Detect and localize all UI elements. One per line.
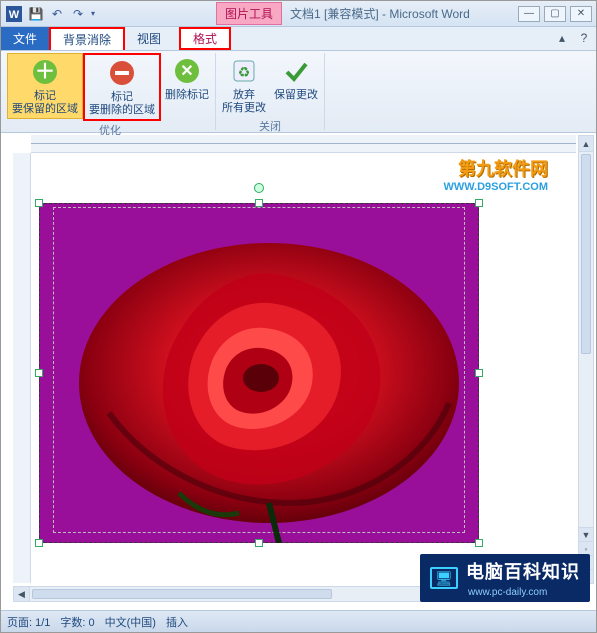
- svg-text:♻: ♻: [238, 64, 251, 80]
- discard-l2: 所有更改: [222, 102, 266, 114]
- maximize-button[interactable]: ▢: [544, 6, 566, 22]
- delete-mark-button[interactable]: ✕ 删除标记: [161, 53, 213, 104]
- tab-background-removal[interactable]: 背景消除: [49, 27, 125, 50]
- resize-handle-tr[interactable]: [475, 199, 483, 207]
- delete-mark-icon: ✕: [171, 55, 203, 87]
- resize-handle-bl[interactable]: [35, 539, 43, 547]
- horizontal-scroll-thumb[interactable]: [32, 589, 332, 599]
- status-bar: 页面: 1/1 字数: 0 中文(中国) 插入: [1, 610, 596, 632]
- app-name: Microsoft Word: [389, 7, 469, 21]
- document-canvas[interactable]: 第九软件网 WWW.D9SOFT.COM: [31, 153, 576, 583]
- resize-handle-tm[interactable]: [255, 199, 263, 207]
- help-icon[interactable]: ?: [576, 30, 592, 46]
- redo-button[interactable]: ↷: [69, 5, 87, 23]
- ribbon-tabs: 文件 背景消除 视图 格式 ▴ ?: [1, 27, 596, 51]
- title-bar: W 💾 ↶ ↷ ▾ 图片工具 文档1 [兼容模式] - Microsoft Wo…: [1, 1, 596, 27]
- status-language[interactable]: 中文(中国): [105, 614, 156, 630]
- status-insert-mode[interactable]: 插入: [166, 614, 188, 630]
- resize-handle-tl[interactable]: [35, 199, 43, 207]
- scroll-up-button[interactable]: ▲: [579, 136, 593, 152]
- close-button[interactable]: ✕: [570, 6, 592, 22]
- svg-text:＋: ＋: [35, 61, 55, 83]
- monitor-icon: 🖥: [430, 567, 458, 589]
- document-area: 第九软件网 WWW.D9SOFT.COM: [1, 153, 596, 583]
- picture-tools-context-tab: 图片工具: [216, 2, 282, 25]
- mark-remove-l1: 标记: [111, 91, 133, 103]
- rotate-handle[interactable]: [254, 183, 264, 193]
- undo-button[interactable]: ↶: [48, 5, 66, 23]
- rose-image: [39, 203, 479, 543]
- mark-keep-l2: 要保留的区域: [12, 103, 78, 115]
- resize-handle-br[interactable]: [475, 539, 483, 547]
- status-word-count[interactable]: 字数: 0: [60, 614, 94, 630]
- mark-keep-l1: 标记: [34, 90, 56, 102]
- quick-access-toolbar: 💾 ↶ ↷ ▾: [27, 5, 96, 23]
- check-icon: [280, 55, 312, 87]
- status-page[interactable]: 页面: 1/1: [7, 614, 50, 630]
- ribbon-group-close-label: 关闭: [259, 117, 281, 135]
- window-buttons: — ▢ ✕: [518, 6, 592, 22]
- watermark-d9soft-text: 第九软件网: [444, 155, 549, 181]
- tab-format[interactable]: 格式: [179, 27, 231, 50]
- window-title: 文档1 [兼容模式] - Microsoft Word: [282, 5, 518, 22]
- scroll-left-button[interactable]: ◀: [14, 587, 30, 601]
- minus-red-icon: [106, 57, 138, 89]
- resize-handle-mr[interactable]: [475, 369, 483, 377]
- discard-l1: 放弃: [233, 89, 255, 101]
- discard-changes-button[interactable]: ♻ 放弃所有更改: [218, 53, 270, 117]
- watermark-d9soft: 第九软件网 WWW.D9SOFT.COM: [444, 155, 549, 193]
- save-button[interactable]: 💾: [27, 5, 45, 23]
- ribbon-minimize-icon[interactable]: ▴: [554, 30, 570, 46]
- mark-remove-l2: 要删除的区域: [89, 104, 155, 116]
- vertical-scroll-thumb[interactable]: [581, 154, 591, 354]
- qat-dropdown-icon[interactable]: ▾: [90, 5, 96, 23]
- minimize-button[interactable]: —: [518, 6, 540, 22]
- app-window: W 💾 ↶ ↷ ▾ 图片工具 文档1 [兼容模式] - Microsoft Wo…: [0, 0, 597, 633]
- recycle-icon: ♻: [228, 55, 260, 87]
- watermark-pcdaily-url: www.pc-daily.com: [468, 587, 547, 598]
- svg-text:W: W: [9, 9, 20, 21]
- prev-page-button[interactable]: ◦: [579, 541, 593, 555]
- watermark-d9soft-url: WWW.D9SOFT.COM: [444, 181, 549, 193]
- svg-text:✕: ✕: [180, 63, 193, 80]
- watermark-pcdaily-text: 电脑百科知识: [466, 562, 580, 582]
- resize-handle-bm[interactable]: [255, 539, 263, 547]
- doc-name: 文档1: [290, 7, 321, 21]
- watermark-pcdaily: 🖥 电脑百科知识 www.pc-daily.com: [420, 554, 590, 602]
- horizontal-ruler[interactable]: [31, 135, 576, 153]
- delete-mark-label: 删除标记: [165, 89, 209, 102]
- ribbon-group-close: ♻ 放弃所有更改 保留更改 关闭: [216, 53, 325, 130]
- plus-green-icon: ＋: [29, 56, 61, 88]
- word-app-icon: W: [5, 5, 23, 23]
- ribbon-right-controls: ▴ ?: [554, 30, 592, 46]
- resize-handle-ml[interactable]: [35, 369, 43, 377]
- ribbon: ＋ 标记要保留的区域 标记要删除的区域 ✕ 删除标记 优化: [1, 51, 596, 133]
- keep-changes-button[interactable]: 保留更改: [270, 53, 322, 104]
- vertical-scrollbar[interactable]: ▲ ▼ ◦ ◉ ◦: [578, 135, 594, 584]
- keep-changes-label: 保留更改: [274, 89, 318, 102]
- tab-view[interactable]: 视图: [125, 27, 173, 50]
- vertical-ruler[interactable]: [13, 153, 31, 583]
- mark-areas-to-remove-button[interactable]: 标记要删除的区域: [83, 53, 161, 121]
- ribbon-group-refine: ＋ 标记要保留的区域 标记要删除的区域 ✕ 删除标记 优化: [5, 53, 216, 130]
- tab-file[interactable]: 文件: [1, 27, 49, 50]
- selected-picture[interactable]: [39, 203, 479, 543]
- mark-areas-to-keep-button[interactable]: ＋ 标记要保留的区域: [7, 53, 83, 119]
- scroll-down-button[interactable]: ▼: [579, 527, 593, 541]
- compat-mode: [兼容模式]: [324, 7, 379, 21]
